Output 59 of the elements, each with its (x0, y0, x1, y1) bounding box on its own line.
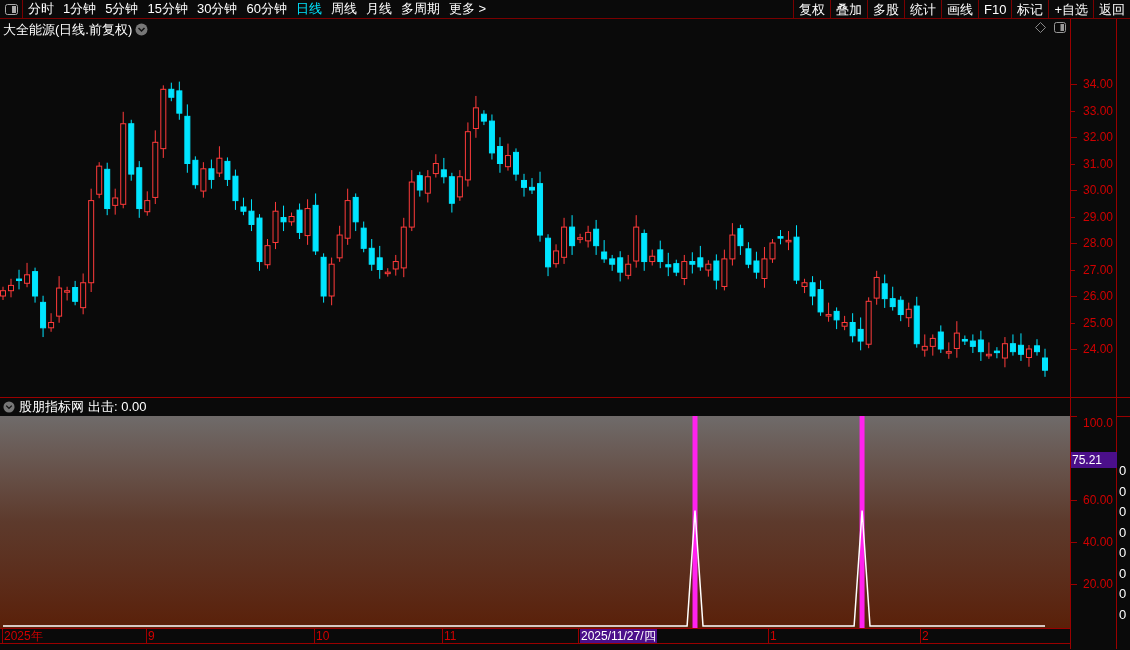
indicator-title: 股朋指标网 (19, 398, 84, 417)
price-label: 29.00 (1083, 209, 1114, 224)
indicator-axis-label: 60.00 (1083, 493, 1114, 507)
period-tab[interactable]: 5分钟 (105, 0, 139, 19)
price-label: 26.00 (1083, 289, 1114, 303)
date-label: 10 (316, 629, 330, 643)
panel-toggle-icon[interactable] (1054, 22, 1066, 33)
period-tab[interactable]: 日线 (295, 0, 322, 19)
price-label: 27.00 (1083, 262, 1114, 277)
side-panel-text: 0 (1118, 482, 1128, 501)
toolbar-button[interactable]: +自选 (1048, 0, 1093, 18)
chart-title: 大全能源(日线.前复权) (3, 21, 133, 39)
toolbar-button[interactable]: 画线 (941, 0, 978, 18)
date-label: 11 (444, 629, 457, 643)
period-tab[interactable]: 多周期 (400, 0, 440, 19)
toolbar-button[interactable]: 统计 (904, 0, 941, 18)
price-label: 31.00 (1083, 156, 1114, 171)
price-label: 32.00 (1083, 130, 1114, 144)
side-panel-text: 0 (1118, 564, 1128, 583)
side-panel-text: 0 (1118, 462, 1128, 480)
indicator-output: 出击: 0.00 (88, 398, 147, 417)
period-tab[interactable]: 15分钟 (147, 0, 188, 19)
date-label: 2025/11/27/四 (580, 629, 657, 643)
price-label: 25.00 (1083, 315, 1114, 330)
side-panel-text: 0 (1118, 585, 1128, 603)
toolbar-button[interactable]: 多股 (867, 0, 904, 18)
indicator-axis-label: 40.00 (1083, 535, 1114, 549)
date-label: 1 (770, 629, 777, 643)
indicator-axis-label: 20.00 (1083, 577, 1114, 591)
period-tab[interactable]: 更多 > (448, 0, 487, 19)
price-label: 28.00 (1083, 236, 1114, 250)
period-tab[interactable]: 1分钟 (63, 0, 97, 19)
date-label: 9 (148, 629, 155, 643)
price-label: 24.00 (1083, 342, 1114, 356)
dropdown-icon[interactable] (3, 401, 15, 413)
side-panel-text: 0 (1118, 544, 1128, 562)
price-label: 34.00 (1083, 77, 1114, 91)
date-label: 2 (922, 629, 929, 643)
period-tab[interactable]: 分时 (28, 0, 54, 19)
date-label: 2025年 (4, 629, 43, 643)
side-panel-text: 0 (1118, 503, 1128, 521)
panel-toggle-icon[interactable] (4, 3, 18, 15)
period-tab[interactable]: 月线 (365, 0, 392, 19)
indicator-axis-label: 100.0 (1083, 416, 1114, 430)
toolbar-button[interactable]: 返回 (1093, 0, 1130, 18)
diamond-icon[interactable] (1035, 22, 1046, 33)
dropdown-icon[interactable] (135, 23, 149, 37)
price-label: 30.00 (1083, 183, 1114, 197)
toolbar-button[interactable]: 标记 (1011, 0, 1049, 18)
period-tab[interactable]: 60分钟 (246, 0, 287, 19)
period-tab[interactable]: 周线 (330, 0, 357, 19)
side-panel-text: 0 (1118, 605, 1128, 624)
toolbar-button[interactable]: 复权 (793, 0, 830, 18)
toolbar-button[interactable]: 叠加 (830, 0, 867, 18)
period-tab[interactable]: 30分钟 (196, 0, 238, 19)
price-label: 33.00 (1083, 103, 1114, 118)
toolbar-button[interactable]: F10 (978, 0, 1012, 18)
current-value-badge: 75.21 (1071, 452, 1117, 468)
side-panel-text: 0 (1118, 523, 1128, 542)
